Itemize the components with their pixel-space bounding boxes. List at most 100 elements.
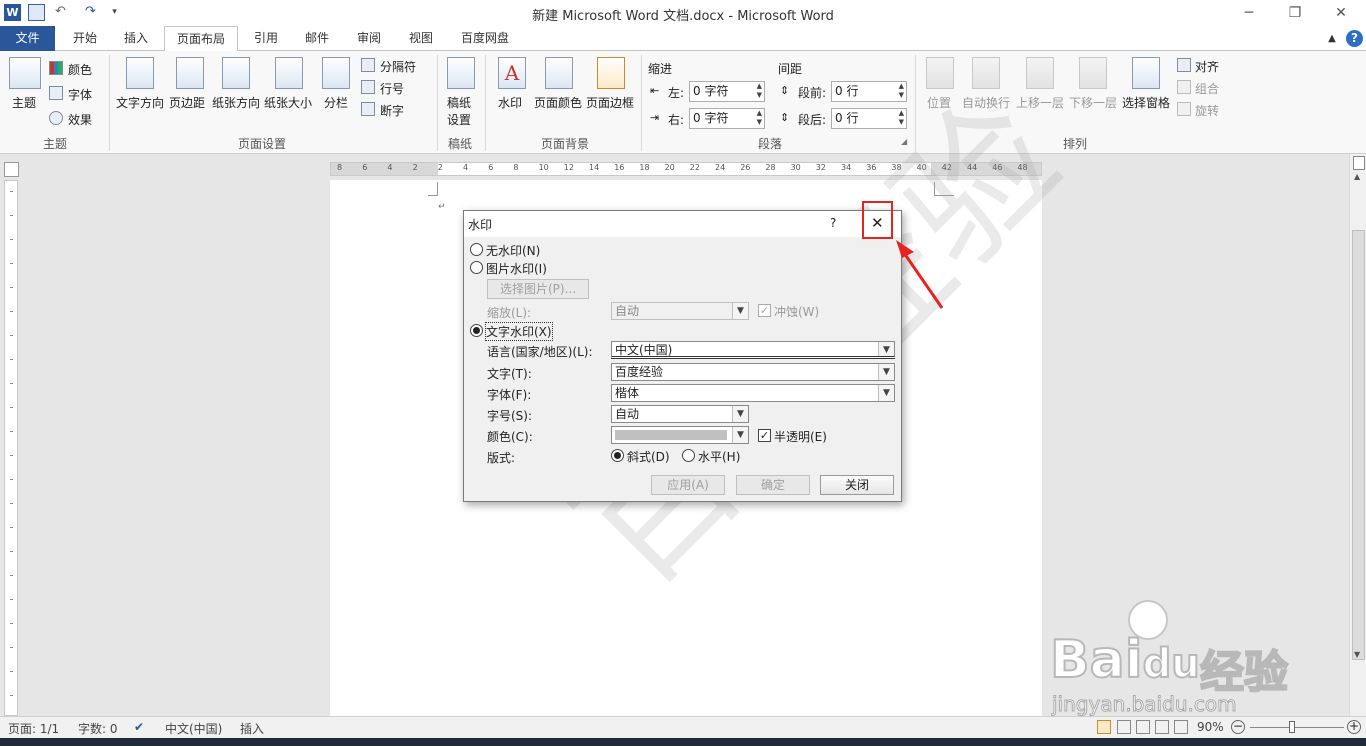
language-status[interactable]: 中文(中国) [165, 720, 222, 737]
text-watermark-radio[interactable] [470, 324, 483, 337]
minimize-button[interactable]: ─ [1226, 0, 1272, 26]
collapse-ribbon-icon[interactable]: ▲ [1324, 26, 1340, 51]
chevron-down-icon[interactable]: ▼ [878, 342, 894, 356]
margins-icon[interactable] [176, 57, 204, 89]
group-button[interactable]: 组合 [1195, 80, 1219, 97]
indent-right-input[interactable]: 0 字符 ▲ ▼ [689, 108, 765, 129]
diagonal-label[interactable]: 斜式(D) [627, 448, 670, 465]
bring-forward-button[interactable]: 上移一层 [1016, 94, 1064, 111]
help-icon[interactable]: ? [1346, 30, 1363, 47]
chevron-down-icon[interactable]: ▼ [878, 385, 894, 401]
horizontal-radio[interactable] [682, 449, 695, 462]
manuscript-setup-line1[interactable]: 稿纸 [447, 94, 471, 111]
margins-button[interactable]: 页边距 [169, 94, 205, 111]
vertical-scrollbar[interactable]: ▲ ▼ [1349, 154, 1366, 716]
hyphenation-button[interactable]: 断字 [380, 102, 404, 119]
semitransparent-label[interactable]: 半透明(E) [774, 428, 827, 445]
page-count[interactable]: 页面: 1/1 [8, 720, 59, 737]
text-direction-button[interactable]: 文字方向 [116, 94, 164, 111]
restore-button[interactable]: ❐ [1272, 0, 1318, 26]
zoom-out-icon[interactable]: − [1231, 720, 1245, 734]
washout-label[interactable]: 冲蚀(W) [774, 303, 819, 320]
columns-icon[interactable] [322, 57, 350, 89]
tab-mailings[interactable]: 邮件 [294, 26, 340, 51]
text-watermark-label[interactable]: 文字水印(X) [485, 322, 553, 341]
watermark-icon[interactable]: A [498, 57, 526, 89]
vertical-ruler[interactable] [4, 180, 18, 716]
dialog-help-button[interactable]: ? [830, 216, 836, 230]
colors-button[interactable]: 颜色 [68, 61, 92, 78]
manuscript-icon[interactable] [447, 57, 475, 89]
insert-mode[interactable]: 插入 [240, 720, 264, 737]
tab-selector-icon[interactable] [4, 162, 19, 177]
fonts-button[interactable]: 字体 [68, 86, 92, 103]
themes-icon[interactable] [9, 57, 41, 89]
tab-file[interactable]: 文件 [0, 26, 55, 51]
picture-watermark-radio[interactable] [470, 261, 483, 274]
chevron-down-icon[interactable]: ▼ [878, 364, 894, 380]
no-watermark-radio[interactable] [470, 243, 483, 256]
picture-watermark-label[interactable]: 图片水印(I) [486, 260, 547, 277]
page-size-icon[interactable] [275, 57, 303, 89]
tab-page-layout[interactable]: 页面布局 [164, 26, 238, 52]
scale-select[interactable]: 自动 ▼ [611, 302, 749, 320]
color-select[interactable]: ▼ [611, 426, 749, 444]
rotate-button[interactable]: 旋转 [1195, 102, 1219, 119]
horizontal-label[interactable]: 水平(H) [698, 448, 740, 465]
tab-references[interactable]: 引用 [243, 26, 289, 51]
zoom-slider[interactable] [1250, 721, 1344, 733]
scrollbar-thumb[interactable] [1352, 230, 1365, 660]
chevron-down-icon[interactable]: ▼ [732, 427, 748, 443]
washout-checkbox[interactable]: ✓ [758, 304, 771, 317]
scroll-down-icon[interactable]: ▼ [1354, 650, 1360, 659]
ruler-toggle-icon[interactable] [1353, 156, 1365, 170]
align-button[interactable]: 对齐 [1195, 58, 1219, 75]
page-borders-icon[interactable] [597, 57, 625, 89]
breaks-button[interactable]: 分隔符 [380, 58, 416, 75]
orientation-button[interactable]: 纸张方向 [212, 94, 260, 111]
bring-forward-icon[interactable] [1026, 57, 1054, 89]
close-dialog-button[interactable]: 关闭 [820, 475, 894, 495]
tab-insert[interactable]: 插入 [113, 26, 159, 51]
send-backward-button[interactable]: 下移一层 [1069, 94, 1117, 111]
page-borders-button[interactable]: 页面边框 [586, 94, 634, 111]
zoom-in-icon[interactable]: + [1347, 720, 1361, 734]
diagonal-radio[interactable] [611, 449, 624, 462]
indent-left-input[interactable]: 0 字符 ▲ ▼ [689, 81, 765, 102]
tab-baidu-netdisk[interactable]: 百度网盘 [452, 26, 518, 51]
zoom-level[interactable]: 90% [1197, 720, 1224, 734]
web-layout-view-icon[interactable] [1136, 720, 1150, 734]
orientation-icon[interactable] [222, 57, 250, 89]
effects-button[interactable]: 效果 [68, 111, 92, 128]
proofing-icon[interactable]: ✔ [134, 720, 144, 734]
spin-arrows-icon[interactable]: ▲ ▼ [757, 82, 762, 100]
scroll-up-icon[interactable]: ▲ [1354, 172, 1360, 181]
ok-button[interactable]: 确定 [736, 475, 810, 495]
no-watermark-label[interactable]: 无水印(N) [486, 242, 540, 259]
selection-pane-icon[interactable] [1132, 57, 1160, 89]
chevron-down-icon[interactable]: ▼ [732, 303, 748, 319]
watermark-button[interactable]: 水印 [498, 94, 522, 111]
tab-home[interactable]: 开始 [62, 26, 108, 51]
page-color-button[interactable]: 页面颜色 [534, 94, 582, 111]
send-backward-icon[interactable] [1079, 57, 1107, 89]
page-size-button[interactable]: 纸张大小 [264, 94, 312, 111]
language-select[interactable]: 中文(中国) ▼ [611, 341, 895, 359]
apply-button[interactable]: 应用(A) [651, 475, 725, 495]
selection-pane-button[interactable]: 选择窗格 [1122, 94, 1170, 111]
select-picture-button[interactable]: 选择图片(P)... [487, 279, 589, 299]
manuscript-setup-line2[interactable]: 设置 [447, 111, 471, 128]
full-screen-view-icon[interactable] [1117, 720, 1131, 734]
themes-button[interactable]: 主题 [12, 94, 36, 111]
close-window-button[interactable]: ✕ [1318, 0, 1364, 26]
outline-view-icon[interactable] [1155, 720, 1169, 734]
chevron-down-icon[interactable]: ▼ [732, 406, 748, 422]
tab-review[interactable]: 审阅 [346, 26, 392, 51]
spin-arrows-icon[interactable]: ▲ ▼ [757, 109, 762, 127]
word-count[interactable]: 字数: 0 [78, 720, 118, 737]
page-color-icon[interactable] [545, 57, 573, 89]
print-layout-view-icon[interactable] [1097, 720, 1111, 734]
columns-button[interactable]: 分栏 [324, 94, 348, 111]
draft-view-icon[interactable] [1174, 720, 1188, 734]
font-select[interactable]: 楷体 ▼ [611, 384, 895, 402]
